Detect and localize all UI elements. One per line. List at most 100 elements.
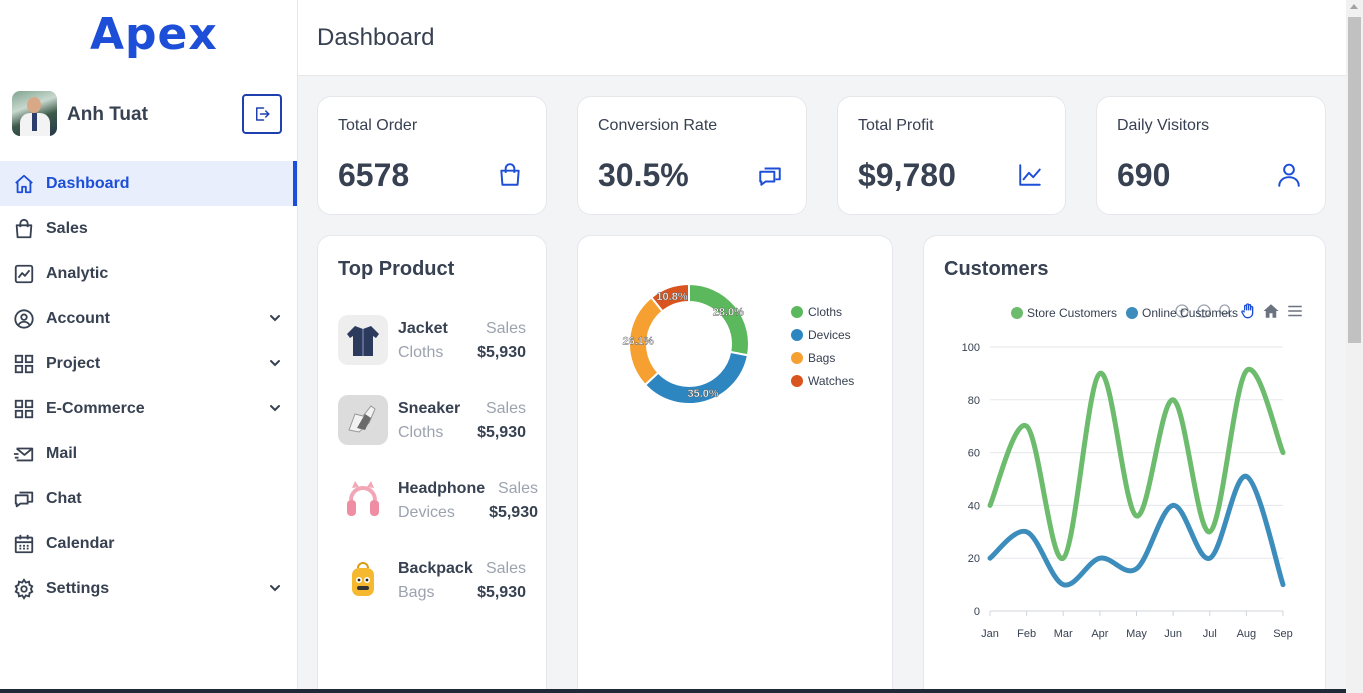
legend-label: Watches	[808, 374, 855, 388]
sidebar: Apex Anh Tuat Dashboard Sales Analytic Acco…	[0, 0, 298, 693]
user-name: Anh Tuat	[67, 104, 148, 125]
sidebar-item-label: Dashboard	[46, 174, 130, 192]
list-item[interactable]: Sneaker Cloths Sales $5,930	[338, 395, 538, 447]
chevron-down-icon[interactable]	[267, 580, 283, 596]
donut-slice-cloths[interactable]	[688, 282, 750, 357]
legend-label[interactable]: Online Customers	[1142, 306, 1238, 320]
x-tick-label: Jul	[1203, 628, 1217, 640]
category-donut-card: 28.0% 35.0% 26.1% 10.8% Cloths Devices Bags Wa…	[577, 235, 893, 693]
list-item[interactable]: Jacket Cloths Sales $5,930	[338, 315, 538, 367]
sidebar-item-account[interactable]: Account	[0, 296, 297, 341]
sidebar-item-project[interactable]: Project	[0, 341, 297, 386]
sneaker-image	[338, 395, 388, 445]
avatar[interactable]	[12, 91, 57, 136]
product-name: Jacket	[398, 320, 448, 337]
series-line-online-customers[interactable]	[987, 473, 1286, 588]
shopping-bag-icon	[496, 161, 524, 189]
sidebar-item-label: Project	[46, 354, 101, 372]
stat-card-daily-visitors: Daily Visitors 690	[1096, 96, 1326, 215]
donut-data-label: 26.1%	[623, 335, 654, 347]
scroll-up-arrow[interactable]	[1350, 4, 1358, 9]
y-tick-label: 0	[974, 606, 980, 618]
product-name: Sneaker	[398, 400, 461, 417]
stat-card-conversion-rate: Conversion Rate 30.5%	[577, 96, 807, 215]
app-logo[interactable]: Apex	[90, 10, 218, 60]
stat-value: 690	[1117, 157, 1171, 193]
sidebar-item-analytic[interactable]: Analytic	[0, 251, 297, 296]
product-category: Cloths	[398, 344, 444, 361]
product-sales-label: Sales	[485, 560, 526, 577]
product-sales-label: Sales	[485, 400, 526, 417]
product-sales-label: Sales	[485, 320, 526, 337]
product-category: Cloths	[398, 424, 444, 441]
stat-label: Total Profit	[858, 117, 934, 134]
product-category: Devices	[398, 504, 455, 521]
legend-marker	[791, 375, 803, 387]
donut-data-label: 35.0%	[687, 388, 718, 400]
sidebar-item-chat[interactable]: Chat	[0, 476, 297, 521]
sidebar-item-settings[interactable]: Settings	[0, 566, 297, 611]
sidebar-item-label: E-Commerce	[46, 399, 145, 417]
legend-item-cloths[interactable]: Cloths	[791, 305, 842, 319]
sidebar-item-label: Chat	[46, 489, 82, 507]
y-tick-label: 20	[968, 553, 980, 565]
x-tick-label: Apr	[1091, 628, 1108, 640]
series-line-store-customers[interactable]	[987, 366, 1286, 561]
donut-chart: 28.0% 35.0% 26.1% 10.8%	[622, 282, 750, 405]
chevron-down-icon[interactable]	[267, 400, 283, 416]
legend-item-bags[interactable]: Bags	[791, 351, 835, 365]
stat-value: $9,780	[858, 157, 956, 193]
legend-item-devices[interactable]: Devices	[791, 328, 851, 342]
product-category: Bags	[398, 584, 435, 601]
shopping-bag-icon	[13, 218, 35, 240]
chat-icon	[756, 161, 784, 189]
grid-icon	[13, 353, 35, 375]
legend-label: Cloths	[808, 305, 843, 319]
logout-button[interactable]	[242, 94, 282, 134]
top-product-title: Top Product	[338, 258, 455, 280]
chevron-down-icon[interactable]	[267, 355, 283, 371]
legend-marker	[791, 306, 803, 318]
sidebar-item-calendar[interactable]: Calendar	[0, 521, 297, 566]
product-price: $5,930	[477, 344, 526, 361]
page-scrollbar[interactable]	[1346, 0, 1363, 693]
backpack-image	[338, 555, 388, 605]
chart-line-icon	[13, 263, 35, 285]
list-item[interactable]: Backpack Bags Sales $5,930	[338, 555, 538, 607]
sidebar-item-e-commerce[interactable]: E-Commerce	[0, 386, 297, 431]
top-product-card: Top Product Jacket Cloths Sales $5,930 S…	[317, 235, 547, 693]
user-circle-icon	[13, 308, 35, 330]
y-tick-label: 100	[962, 342, 980, 354]
stat-value: 30.5%	[598, 157, 689, 193]
user-icon	[1275, 161, 1303, 189]
x-tick-label: Sep	[1273, 628, 1293, 640]
product-name: Headphone	[398, 480, 486, 497]
sidebar-item-dashboard[interactable]: Dashboard	[0, 161, 297, 206]
legend-label[interactable]: Store Customers	[1027, 306, 1117, 320]
stat-label: Total Order	[338, 117, 418, 134]
stat-card-total-profit: Total Profit $9,780	[837, 96, 1066, 215]
mail-icon	[13, 443, 35, 465]
stat-label: Conversion Rate	[598, 117, 718, 134]
legend-item-watches[interactable]: Watches	[791, 374, 854, 388]
legend-marker	[1011, 307, 1023, 319]
sidebar-item-mail[interactable]: Mail	[0, 431, 297, 476]
x-tick-label: Jun	[1164, 628, 1182, 640]
top-bar: Dashboard	[298, 0, 1346, 76]
customers-card: Customers 0 20 40 60 80 100 Jan Feb Mar Apr May Jun…	[923, 235, 1326, 693]
product-sales-label: Sales	[497, 480, 538, 497]
sidebar-nav: Dashboard Sales Analytic Account Project E-Co…	[0, 161, 297, 611]
product-name: Backpack	[398, 560, 473, 577]
home-icon	[13, 173, 35, 195]
chevron-down-icon[interactable]	[267, 310, 283, 326]
x-tick-label: Mar	[1054, 628, 1073, 640]
legend-label: Bags	[808, 351, 836, 365]
x-tick-label: May	[1126, 628, 1147, 640]
sidebar-item-label: Analytic	[46, 264, 109, 282]
scroll-thumb[interactable]	[1348, 17, 1361, 343]
sidebar-item-sales[interactable]: Sales	[0, 206, 297, 251]
sidebar-item-label: Sales	[46, 219, 88, 237]
y-tick-label: 80	[968, 395, 980, 407]
chat-icon	[13, 488, 35, 510]
list-item[interactable]: Headphone Devices Sales $5,930	[338, 475, 550, 527]
